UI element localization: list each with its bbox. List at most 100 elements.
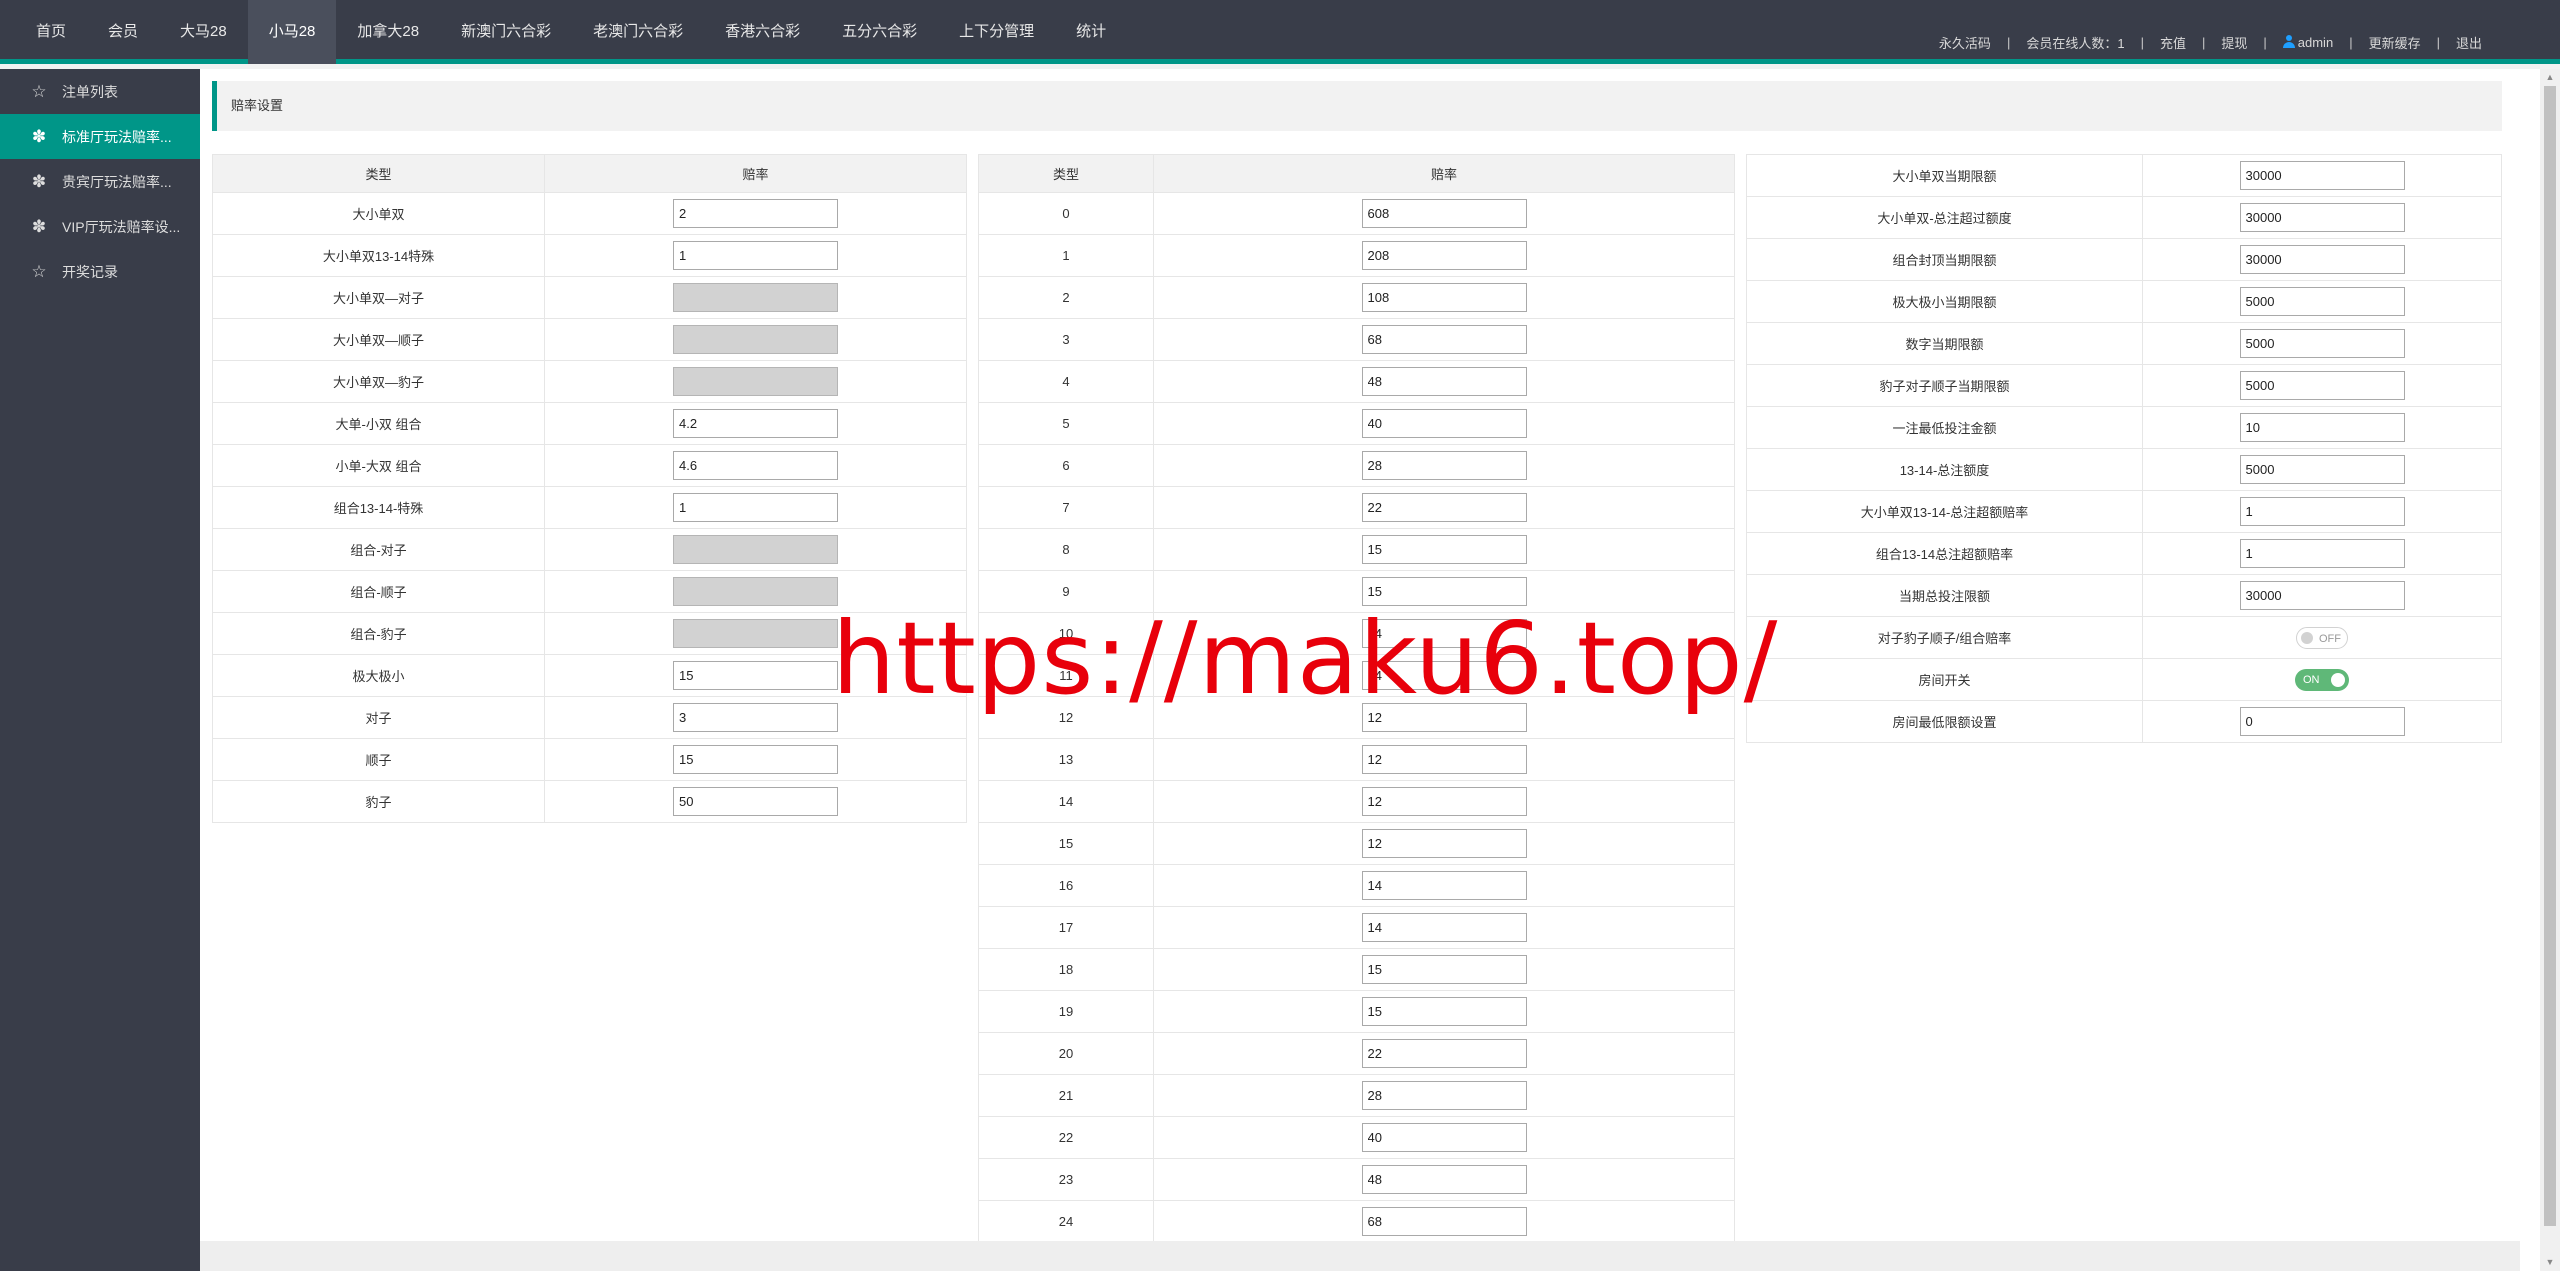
nav-item-3[interactable]: 小马28 [247, 0, 337, 64]
nav-item-5[interactable]: 新澳门六合彩 [440, 0, 572, 64]
odds-input[interactable] [673, 661, 838, 690]
odds-input[interactable] [1361, 913, 1527, 942]
odds-input[interactable] [673, 703, 838, 732]
odds-input[interactable] [673, 367, 838, 396]
odds-input[interactable] [1361, 1039, 1527, 1068]
recharge-link[interactable]: 充值 [2152, 33, 2194, 52]
sidebar-item-1[interactable]: ✽ 标准厅玩法赔率... [0, 114, 200, 159]
odds-input[interactable] [1361, 619, 1527, 648]
setting-input[interactable] [2239, 371, 2405, 400]
nav-item-9[interactable]: 上下分管理 [938, 0, 1055, 64]
setting-cell [2142, 364, 2502, 407]
nav-item-8[interactable]: 五分六合彩 [821, 0, 938, 64]
odds-input[interactable] [673, 325, 838, 354]
nav-item-0[interactable]: 首页 [15, 0, 87, 64]
scrollbar-thumb[interactable] [2544, 86, 2556, 1226]
setting-input[interactable] [2239, 707, 2405, 736]
odds-input[interactable] [1361, 997, 1527, 1026]
setting-cell [2142, 196, 2502, 239]
odds-input[interactable] [1361, 367, 1527, 396]
odds-input[interactable] [673, 451, 838, 480]
odds-input[interactable] [1361, 1207, 1527, 1236]
vertical-scrollbar[interactable]: ▲ ▼ [2540, 69, 2560, 1271]
nav-item-7[interactable]: 香港六合彩 [704, 0, 821, 64]
odds-input[interactable] [1361, 955, 1527, 984]
odds-input[interactable] [1361, 283, 1527, 312]
odds-input[interactable] [673, 787, 838, 816]
odds-input[interactable] [673, 493, 838, 522]
gear-icon: ✽ [31, 217, 47, 236]
withdraw-link[interactable]: 提现 [2213, 33, 2255, 52]
sidebar-item-0[interactable]: ☆ 注单列表 [0, 69, 200, 114]
odds-input[interactable] [1361, 493, 1527, 522]
odds-cell [1153, 612, 1735, 655]
setting-cell [2142, 700, 2502, 743]
odds-cell [1153, 318, 1735, 361]
user-menu[interactable]: admin [2275, 34, 2341, 50]
odds-input[interactable] [1361, 871, 1527, 900]
table-row: 20 [978, 1032, 1735, 1075]
odds-input[interactable] [673, 619, 838, 648]
odds-input[interactable] [1361, 787, 1527, 816]
setting-input[interactable] [2239, 245, 2405, 274]
odds-input[interactable] [673, 745, 838, 774]
odds-input[interactable] [673, 577, 838, 606]
odds-input[interactable] [1361, 1123, 1527, 1152]
odds-input[interactable] [1361, 829, 1527, 858]
odds-input[interactable] [673, 283, 838, 312]
setting-input[interactable] [2239, 413, 2405, 442]
odds-cell [544, 318, 967, 361]
odds-input[interactable] [673, 241, 838, 270]
odds-cell [1153, 990, 1735, 1033]
sidebar-item-3[interactable]: ✽ VIP厅玩法赔率设... [0, 204, 200, 249]
toggle-switch[interactable]: OFF [2296, 626, 2348, 649]
toggle-switch[interactable]: ON [2295, 668, 2349, 691]
odds-input[interactable] [1361, 1081, 1527, 1110]
bet-type-label: 9 [978, 570, 1154, 613]
odds-input[interactable] [1361, 535, 1527, 564]
table-row: 极大极小 [212, 654, 967, 697]
odds-input[interactable] [1361, 745, 1527, 774]
setting-input[interactable] [2239, 539, 2405, 568]
odds-input[interactable] [1361, 661, 1527, 690]
nav-item-4[interactable]: 加拿大28 [336, 0, 440, 64]
nav-item-1[interactable]: 会员 [87, 0, 159, 64]
logout-link[interactable]: 退出 [2448, 33, 2490, 52]
setting-label: 大小单双13-14-总注超额赔率 [1746, 490, 2143, 533]
setting-input[interactable] [2239, 455, 2405, 484]
scroll-up-arrow-icon[interactable]: ▲ [2540, 69, 2560, 86]
setting-input[interactable] [2239, 161, 2405, 190]
sidebar-item-4[interactable]: ☆ 开奖记录 [0, 249, 200, 294]
odds-input[interactable] [1361, 241, 1527, 270]
table-row: 大小单双13-14特殊 [212, 234, 967, 277]
sidebar-item-2[interactable]: ✽ 贵宾厅玩法赔率... [0, 159, 200, 204]
update-cache-link[interactable]: 更新缓存 [2361, 33, 2429, 52]
top-right-menu: 永久活码 | 会员在线人数：1 | 充值 | 提现 | admin | 更新缓存… [1931, 0, 2490, 64]
odds-input[interactable] [673, 535, 838, 564]
toggle-state-label: ON [2303, 673, 2320, 686]
setting-input[interactable] [2239, 329, 2405, 358]
setting-input[interactable] [2239, 497, 2405, 526]
odds-input[interactable] [1361, 409, 1527, 438]
setting-input[interactable] [2239, 203, 2405, 232]
odds-input[interactable] [1361, 577, 1527, 606]
odds-input[interactable] [1361, 451, 1527, 480]
setting-input[interactable] [2239, 287, 2405, 316]
bet-type-label: 豹子 [212, 780, 545, 823]
odds-input[interactable] [673, 409, 838, 438]
activation-code-link[interactable]: 永久活码 [1931, 33, 1999, 52]
odds-input[interactable] [1361, 199, 1527, 228]
odds-input[interactable] [1361, 703, 1527, 732]
table-row: 大小单双—对子 [212, 276, 967, 319]
scroll-down-arrow-icon[interactable]: ▼ [2540, 1254, 2560, 1271]
odds-cell [544, 360, 967, 403]
nav-item-2[interactable]: 大马28 [159, 0, 248, 64]
nav-item-10[interactable]: 统计 [1055, 0, 1127, 64]
odds-input[interactable] [1361, 325, 1527, 354]
odds-input[interactable] [1361, 1165, 1527, 1194]
odds-input[interactable] [673, 199, 838, 228]
setting-cell [2142, 448, 2502, 491]
nav-item-6[interactable]: 老澳门六合彩 [572, 0, 704, 64]
odds-cell [1153, 1158, 1735, 1201]
setting-input[interactable] [2239, 581, 2405, 610]
